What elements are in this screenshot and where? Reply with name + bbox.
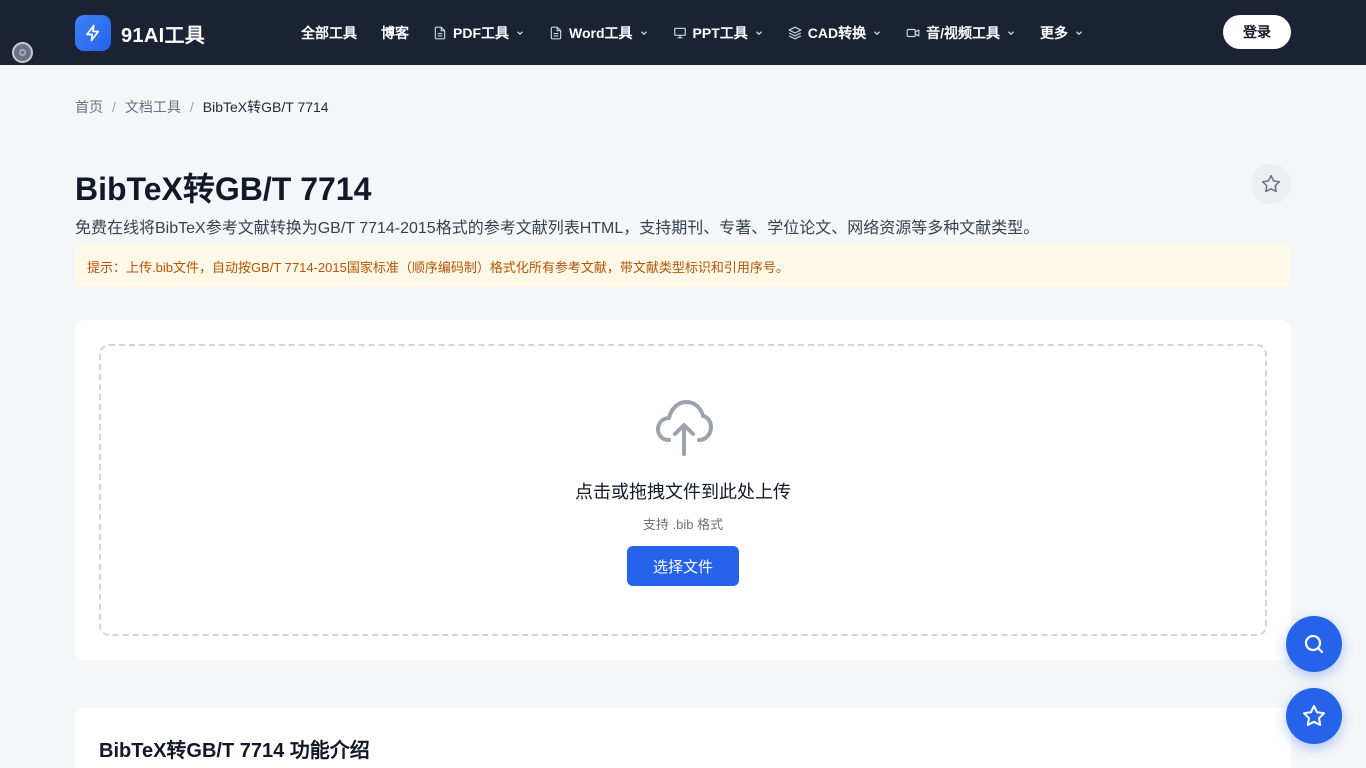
chevron-down-icon	[872, 28, 882, 38]
nav-cad-convert[interactable]: CAD转换	[788, 23, 882, 43]
breadcrumb-home[interactable]: 首页	[75, 97, 103, 117]
nav-label: 更多	[1039, 24, 1068, 41]
nav-label: 博客	[381, 24, 409, 41]
cloud-upload-icon	[655, 396, 713, 456]
site-logo[interactable]: 91AI工具	[75, 15, 205, 51]
nav-blog[interactable]: 博客	[381, 23, 409, 43]
breadcrumb-separator: /	[112, 99, 116, 115]
breadcrumb: 首页 / 文档工具 / BibTeX转GB/T 7714	[75, 97, 329, 117]
main-nav: 全部工具 博客 PDF工具 Word工具 PPT工具 CAD转换 音/视频工具	[301, 0, 1108, 65]
upload-card: 点击或拖拽文件到此处上传 支持 .bib 格式 选择文件	[75, 320, 1291, 660]
chevron-down-icon	[1006, 28, 1016, 38]
nav-label: Word工具	[569, 24, 633, 41]
breadcrumb-separator: /	[189, 99, 194, 115]
lightning-icon	[75, 15, 111, 51]
page-title: BibTeX转GB/T 7714	[75, 171, 372, 207]
favorite-button[interactable]	[1251, 164, 1291, 204]
nav-pdf-tools[interactable]: PDF工具	[433, 23, 525, 43]
upload-title: 点击或拖拽文件到此处上传	[575, 482, 791, 502]
browser-extension-icon[interactable]	[12, 42, 33, 63]
breadcrumb-category[interactable]: 文档工具	[125, 97, 181, 117]
document-icon	[549, 26, 563, 40]
login-button[interactable]: 登录	[1223, 15, 1291, 49]
layers-icon	[788, 26, 802, 40]
nav-more[interactable]: 更多	[1040, 23, 1084, 43]
tip-banner: 提示：上传.bib文件，自动按GB/T 7714-2015国家标准（顺序编码制）…	[75, 245, 1291, 287]
search-icon	[1304, 634, 1324, 654]
breadcrumb-current: BibTeX转GB/T 7714	[202, 99, 329, 115]
upload-formats: 支持 .bib 格式	[642, 517, 724, 532]
intro-card: BibTeX转GB/T 7714 功能介绍	[75, 708, 1291, 768]
page-description: 免费在线将BibTeX参考文献转换为GB/T 7714-2015格式的参考文献列…	[75, 220, 1040, 237]
nav-ppt-tools[interactable]: PPT工具	[673, 23, 764, 43]
intro-title: BibTeX转GB/T 7714 功能介绍	[99, 740, 370, 762]
nav-label: 音/视频工具	[926, 24, 1000, 41]
presentation-icon	[673, 26, 687, 40]
chevron-down-icon	[515, 28, 525, 38]
chevron-down-icon	[754, 28, 764, 38]
file-dropzone[interactable]: 点击或拖拽文件到此处上传 支持 .bib 格式 选择文件	[99, 344, 1267, 636]
star-icon	[1303, 705, 1325, 726]
floating-search-button[interactable]	[1286, 616, 1342, 672]
top-navbar: 91AI工具 全部工具 博客 PDF工具 Word工具 PPT工具 CAD转换	[0, 0, 1366, 65]
video-icon	[906, 26, 920, 40]
logo-text: 91AI工具	[121, 24, 206, 47]
document-icon	[433, 26, 447, 40]
star-icon	[1261, 174, 1281, 193]
floating-favorite-button[interactable]	[1286, 688, 1342, 744]
choose-file-button[interactable]: 选择文件	[627, 546, 739, 586]
chevron-down-icon	[1074, 28, 1084, 38]
nav-all-tools[interactable]: 全部工具	[301, 23, 357, 43]
tip-text: 提示：上传.bib文件，自动按GB/T 7714-2015国家标准（顺序编码制）…	[87, 259, 789, 275]
nav-label: 全部工具	[301, 24, 357, 41]
nav-word-tools[interactable]: Word工具	[549, 23, 649, 43]
nav-audio-video-tools[interactable]: 音/视频工具	[906, 23, 1016, 43]
nav-label: PPT工具	[692, 24, 748, 41]
nav-label: CAD转换	[807, 24, 867, 41]
nav-label: PDF工具	[453, 24, 509, 41]
chevron-down-icon	[639, 28, 649, 38]
